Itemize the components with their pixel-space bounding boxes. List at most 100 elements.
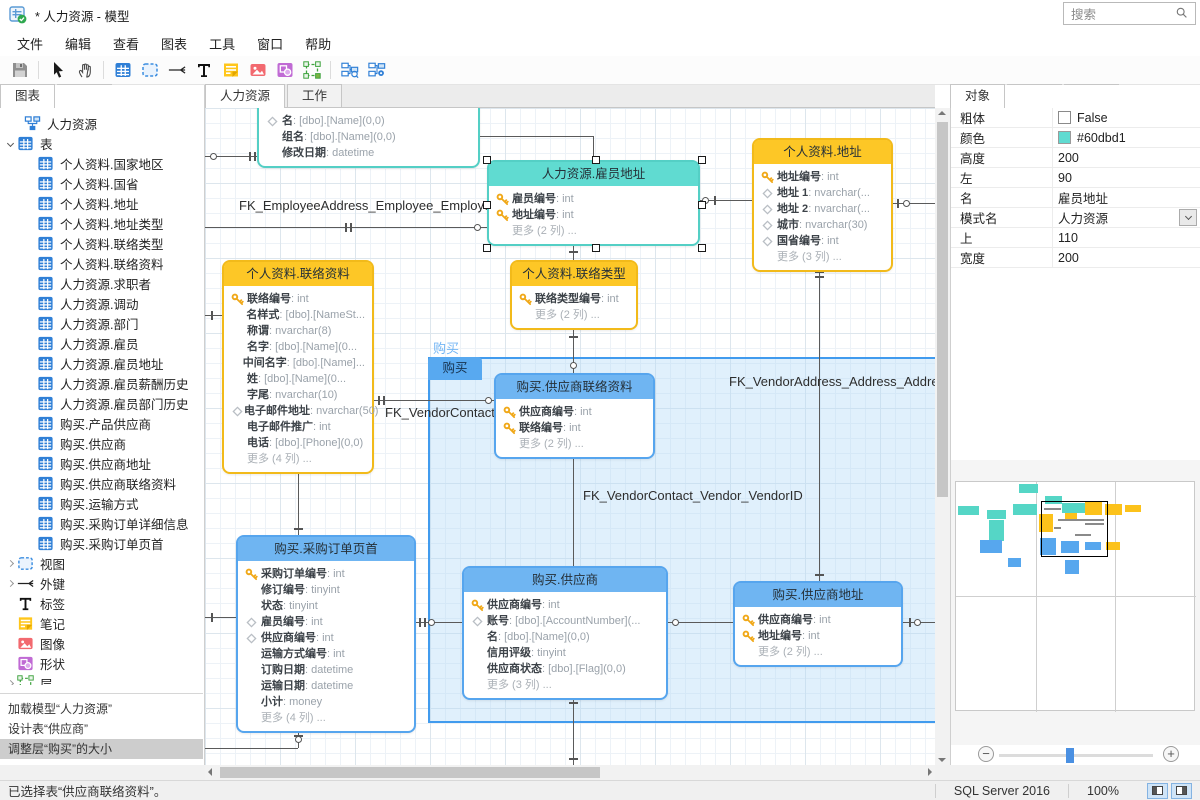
entity-field[interactable]: 地址编号 : int [496,207,691,223]
expand-icon[interactable] [7,579,14,586]
tree-item-购买.供应商联络资料[interactable]: 购买.供应商联络资料 [0,473,203,493]
fk-label[interactable]: FK_VendorContact_Vendor_VendorID [583,488,803,503]
more-columns-row[interactable]: 更多 (2 列) ... [519,307,629,323]
log-line-0[interactable]: 加载模型“人力资源” [0,699,203,719]
property-value[interactable]: 人力资源 [1052,208,1200,227]
zoom-in-button[interactable]: + [1163,746,1179,762]
zoom-slider-thumb[interactable] [1066,748,1074,763]
entity-field[interactable]: 修订编号 : tinyint [245,582,407,598]
menu-item-2[interactable]: 查看 [102,30,150,57]
new-image-icon[interactable] [244,58,271,82]
select-cursor-icon[interactable] [44,58,71,82]
overview-minimap[interactable] [955,481,1195,711]
color-swatch[interactable] [1058,131,1071,144]
diagram-tab-0[interactable]: 人力资源 [205,84,285,108]
tree-item-购买.供应商地址[interactable]: 购买.供应商地址 [0,453,203,473]
more-columns-row[interactable]: 更多 (3 列) ... [471,677,659,693]
selection-handle[interactable] [483,244,491,252]
new-label-icon[interactable] [190,58,217,82]
new-note-icon[interactable] [217,58,244,82]
property-value[interactable]: 200 [1052,148,1200,167]
selection-handle[interactable] [592,156,600,164]
zoom-slider-track[interactable] [999,754,1153,757]
tree-item-个人资料.联络类型[interactable]: 个人资料.联络类型 [0,233,203,253]
menu-item-1[interactable]: 编辑 [54,30,102,57]
entity-field[interactable]: 地址编号 : int [742,628,894,644]
menu-item-6[interactable]: 帮助 [294,30,342,57]
tree-item-表[interactable]: 表 [0,133,203,153]
more-columns-row[interactable]: 更多 (2 列) ... [496,223,691,239]
entity-vendor-contact[interactable]: 购买.供应商联络资料供应商编号 : int联络编号 : int更多 (2 列) … [494,373,655,459]
log-line-1[interactable]: 设计表“供应商” [0,719,203,739]
entity-field[interactable]: 国省编号 : int [761,233,884,249]
entity-field[interactable]: 字尾 : nvarchar(10) [231,387,365,403]
selection-handle[interactable] [698,156,706,164]
entity-field[interactable]: 联络编号 : int [231,291,365,307]
vscroll-thumb[interactable] [937,122,948,497]
tree-item-人力资源.雇员[interactable]: 人力资源.雇员 [0,333,203,353]
new-table-icon[interactable] [109,58,136,82]
tree-item-外键[interactable]: 外键 [0,573,203,593]
entity-field[interactable]: 联络类型编号 : int [519,291,629,307]
tree-item-个人资料.联络资料[interactable]: 个人资料.联络资料 [0,253,203,273]
entity-field[interactable]: 地址 2 : nvarchar(... [761,201,884,217]
sidebar-tab-0[interactable]: 图表 [0,84,55,108]
layer-tab[interactable]: 购买 [428,357,482,380]
canvas-vertical-scrollbar[interactable] [935,108,950,765]
entity-field[interactable]: 电话 : [dbo].[Phone](0,0) [231,435,365,451]
menu-item-3[interactable]: 图表 [150,30,198,57]
entity-name-style-partial[interactable]: 名 : [dbo].[Name](0,0)组名 : [dbo].[Name](0… [257,108,480,168]
entity-field[interactable]: 运输方式编号 : int [245,646,407,662]
save-icon[interactable] [6,58,33,82]
entity-contact-type[interactable]: 个人资料.联络类型联络类型编号 : int更多 (2 列) ... [510,260,638,330]
entity-field[interactable]: 地址 1 : nvarchar(... [761,185,884,201]
expand-icon[interactable] [7,679,14,685]
fk-label[interactable]: FK_EmployeeAddress_Employee_EmployeeID [239,198,511,213]
more-columns-row[interactable]: 更多 (2 列) ... [742,644,894,660]
more-columns-row[interactable]: 更多 (4 列) ... [231,451,365,467]
entity-field[interactable]: 地址编号 : int [761,169,884,185]
entity-field[interactable]: 电子邮件推广 : int [231,419,365,435]
tree-item-人力资源.雇员薪酬历史[interactable]: 人力资源.雇员薪酬历史 [0,373,203,393]
menu-item-5[interactable]: 窗口 [246,30,294,57]
more-columns-row[interactable]: 更多 (3 列) ... [761,249,884,265]
entity-field[interactable]: 供应商编号 : int [471,597,659,613]
canvas-horizontal-scrollbar[interactable] [205,765,935,780]
entity-field[interactable]: 城市 : nvarchar(30) [761,217,884,233]
properties-tab-0[interactable]: 对象 [950,84,1005,108]
property-value[interactable]: 200 [1052,248,1200,267]
hscroll-thumb[interactable] [220,767,600,778]
entity-field[interactable]: 采购订单编号 : int [245,566,407,582]
diagram-tab-1[interactable]: 工作 [287,84,342,107]
property-value[interactable]: False [1052,108,1200,127]
entity-field[interactable]: 小计 : money [245,694,407,710]
entity-person-contact[interactable]: 个人资料.联络资料联络编号 : int名样式 : [dbo].[NameSt..… [222,260,374,474]
entity-field[interactable]: 供应商编号 : int [245,630,407,646]
entity-purchase-order-header[interactable]: 购买.采购订单页首采购订单编号 : int修订编号 : tinyint状态 : … [236,535,416,733]
entity-field[interactable]: 名 : [dbo].[Name](0,0) [471,629,659,645]
selection-handle[interactable] [698,201,706,209]
entity-field[interactable]: 供应商编号 : int [503,404,646,420]
auto-layout-icon[interactable] [336,58,363,82]
entity-field[interactable]: 订购日期 : datetime [245,662,407,678]
entity-field[interactable]: 供应商状态 : [dbo].[Flag](0,0) [471,661,659,677]
menu-item-4[interactable]: 工具 [198,30,246,57]
entity-field[interactable]: 联络编号 : int [503,420,646,436]
entity-field[interactable]: 中间名字 : [dbo].[Name]... [231,355,365,371]
tree-item-笔记[interactable]: 笔记 [0,613,203,633]
tree-item-层[interactable]: 层 [0,673,203,685]
more-columns-row[interactable]: 更多 (4 列) ... [245,710,407,726]
pan-hand-icon[interactable] [71,58,98,82]
diagram-options-icon[interactable] [363,58,390,82]
selection-handle[interactable] [483,156,491,164]
toggle-left-panel-button[interactable] [1147,783,1168,799]
entity-field[interactable]: 姓 : [dbo].[Name](0... [231,371,365,387]
search-input[interactable]: 搜索 [1063,2,1196,25]
entity-field[interactable]: 名 : [dbo].[Name](0,0) [266,113,471,129]
tree-item-视图[interactable]: 视图 [0,553,203,573]
menu-item-0[interactable]: 文件 [6,30,54,57]
entity-field[interactable]: 称谓 : nvarchar(8) [231,323,365,339]
entity-field[interactable]: 运输日期 : datetime [245,678,407,694]
tree-item-图像[interactable]: 图像 [0,633,203,653]
entity-employee-address[interactable]: 人力资源.雇员地址雇员编号 : int地址编号 : int更多 (2 列) ..… [487,160,700,246]
